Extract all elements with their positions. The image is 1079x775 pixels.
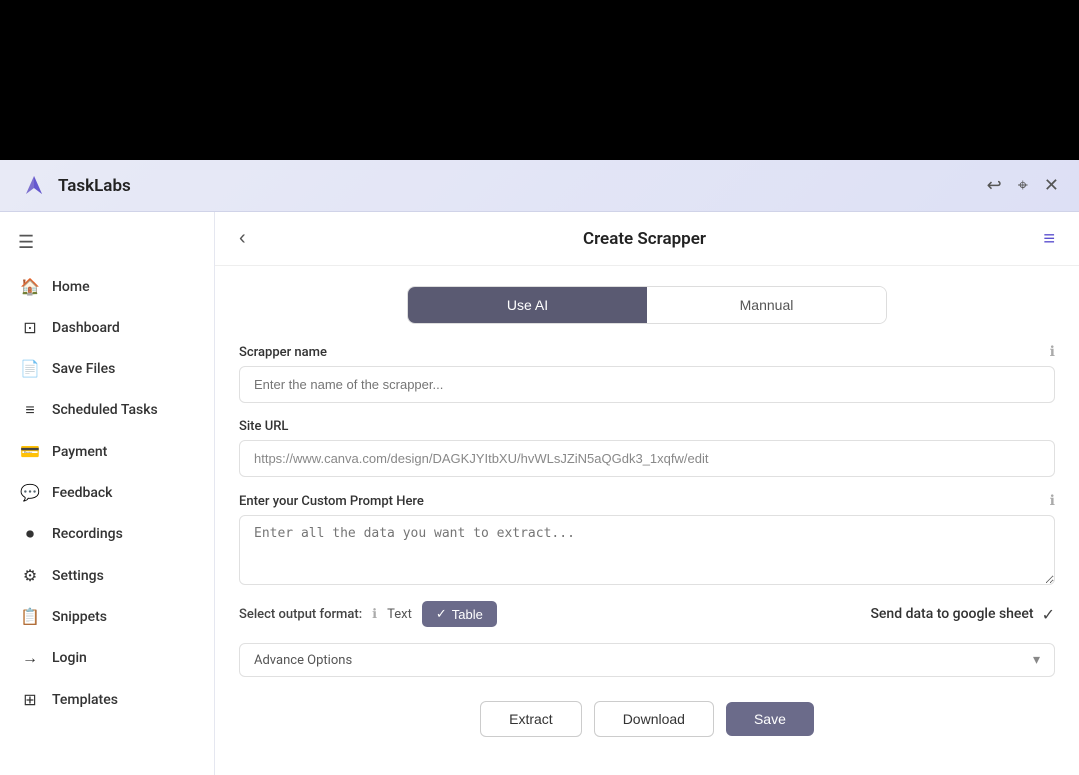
site-url-group: Site URL (239, 419, 1055, 477)
scheduled-tasks-icon: ≡ (20, 400, 40, 420)
form-area: Scrapper name ℹ Site URL Enter your Cust… (215, 344, 1079, 761)
output-right: Send data to google sheet ✓ (870, 605, 1055, 624)
top-bar-left: TaskLabs (20, 172, 131, 200)
output-format-left: Select output format: ℹ Text ✓ Table (239, 601, 497, 627)
recordings-icon: ⏺ (20, 524, 40, 544)
undo-icon[interactable]: ↩ (987, 175, 1002, 196)
sidebar-item-templates-label: Templates (52, 692, 118, 708)
scrapper-name-input[interactable] (239, 366, 1055, 403)
sidebar-item-feedback-label: Feedback (52, 485, 112, 501)
login-icon: → (20, 648, 40, 668)
app-logo-icon (20, 172, 48, 200)
sidebar-item-home[interactable]: 🏠 Home (0, 267, 214, 306)
text-format-label: Text (387, 607, 412, 622)
home-icon: 🏠 (20, 277, 40, 296)
dashboard-icon: ⊡ (20, 318, 40, 337)
sidebar-item-home-label: Home (52, 279, 90, 295)
custom-prompt-info-icon[interactable]: ℹ (1050, 493, 1055, 509)
content-header: ‹ Create Scrapper ≡ (215, 212, 1079, 266)
sidebar-item-scheduled-tasks-label: Scheduled Tasks (52, 402, 158, 418)
sidebar-item-login[interactable]: → Login (0, 638, 214, 678)
sidebar-item-dashboard[interactable]: ⊡ Dashboard (0, 308, 214, 347)
sidebar-item-payment[interactable]: 💳 Payment (0, 432, 214, 471)
tab-mannual[interactable]: Mannual (647, 287, 886, 323)
sidebar-item-scheduled-tasks[interactable]: ≡ Scheduled Tasks (0, 390, 214, 430)
scrapper-name-info-icon[interactable]: ℹ (1050, 344, 1055, 360)
save-button[interactable]: Save (726, 702, 814, 736)
sidebar-item-recordings-label: Recordings (52, 526, 123, 542)
table-format-button[interactable]: ✓ Table (422, 601, 497, 627)
sidebar-item-feedback[interactable]: 💬 Feedback (0, 473, 214, 512)
site-url-label: Site URL (239, 419, 1055, 434)
close-icon[interactable]: ✕ (1044, 175, 1059, 196)
sidebar-item-templates[interactable]: ⊞ Templates (0, 680, 214, 719)
content-area: ‹ Create Scrapper ≡ Use AI Mannual Scrap… (215, 212, 1079, 775)
scrapper-name-label: Scrapper name (239, 345, 327, 360)
site-url-input[interactable] (239, 440, 1055, 477)
sidebar-item-settings-label: Settings (52, 568, 104, 584)
custom-prompt-group: Enter your Custom Prompt Here ℹ (239, 493, 1055, 585)
sidebar-item-save-files[interactable]: 📄 Save Files (0, 349, 214, 388)
scrapper-name-group: Scrapper name ℹ (239, 344, 1055, 403)
action-buttons-row: Extract Download Save (239, 701, 1055, 737)
table-check-icon: ✓ (436, 606, 447, 622)
output-format-label: Select output format: (239, 607, 362, 622)
sidebar-item-settings[interactable]: ⚙ Settings (0, 556, 214, 595)
extract-button[interactable]: Extract (480, 701, 582, 737)
app-title: TaskLabs (58, 176, 131, 196)
sidebar-hamburger[interactable]: ☰ (0, 228, 214, 265)
sidebar-item-login-label: Login (52, 650, 87, 666)
sidebar-item-dashboard-label: Dashboard (52, 320, 120, 336)
sidebar-item-save-files-label: Save Files (52, 361, 115, 377)
back-button[interactable]: ‹ (239, 227, 246, 250)
top-bar: TaskLabs ↩ ⌖ ✕ (0, 160, 1079, 212)
templates-icon: ⊞ (20, 690, 40, 709)
top-bar-right: ↩ ⌖ ✕ (987, 175, 1059, 196)
sidebar-item-payment-label: Payment (52, 444, 107, 460)
feedback-icon: 💬 (20, 483, 40, 502)
scrapper-name-label-row: Scrapper name ℹ (239, 344, 1055, 360)
output-format-row: Select output format: ℹ Text ✓ Table Sen… (239, 601, 1055, 627)
payment-icon: 💳 (20, 442, 40, 461)
google-sheet-checkmark[interactable]: ✓ (1042, 605, 1055, 624)
advance-options-label: Advance Options (254, 653, 352, 668)
sidebar-item-snippets-label: Snippets (52, 609, 107, 625)
google-sheet-label: Send data to google sheet (870, 606, 1033, 622)
sidebar-item-recordings[interactable]: ⏺ Recordings (0, 514, 214, 554)
snippets-icon: 📋 (20, 607, 40, 626)
custom-prompt-textarea[interactable] (239, 515, 1055, 585)
output-format-info-icon[interactable]: ℹ (372, 607, 377, 622)
cursor-icon[interactable]: ⌖ (1018, 175, 1028, 196)
advance-options-row[interactable]: Advance Options ▾ (239, 643, 1055, 677)
sidebar: ☰ 🏠 Home ⊡ Dashboard 📄 Save Files ≡ Sche… (0, 212, 215, 775)
table-format-label: Table (452, 607, 483, 622)
settings-icon: ⚙ (20, 566, 40, 585)
custom-prompt-label: Enter your Custom Prompt Here (239, 494, 424, 509)
download-button[interactable]: Download (594, 701, 714, 737)
sidebar-item-snippets[interactable]: 📋 Snippets (0, 597, 214, 636)
save-files-icon: 📄 (20, 359, 40, 378)
tab-switcher: Use AI Mannual (407, 286, 887, 324)
custom-prompt-label-row: Enter your Custom Prompt Here ℹ (239, 493, 1055, 509)
content-title: Create Scrapper (583, 229, 706, 249)
content-menu-icon[interactable]: ≡ (1043, 226, 1055, 251)
main-layout: ☰ 🏠 Home ⊡ Dashboard 📄 Save Files ≡ Sche… (0, 212, 1079, 775)
tab-use-ai[interactable]: Use AI (408, 287, 647, 323)
advance-options-arrow-icon: ▾ (1033, 652, 1040, 668)
